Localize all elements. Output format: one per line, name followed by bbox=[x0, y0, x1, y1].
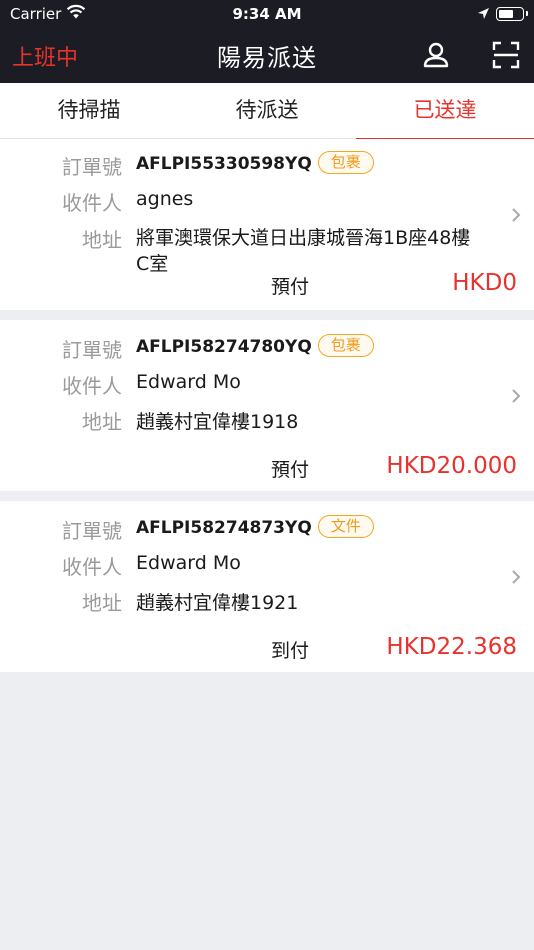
recipient-value: agnes bbox=[136, 188, 194, 210]
payment-type: 預付 bbox=[271, 459, 310, 481]
recipient-value: Edward Mo bbox=[136, 552, 241, 574]
order-no-label: 訂單號 bbox=[62, 338, 122, 362]
tab-to-deliver[interactable]: 待派送 bbox=[178, 83, 356, 139]
payment-type: 到付 bbox=[271, 640, 310, 662]
order-no-value: AFLPI55330598YQ 包裹 bbox=[136, 151, 374, 174]
chevron-right-icon[interactable] bbox=[509, 569, 523, 584]
chevron-right-icon[interactable] bbox=[509, 207, 523, 222]
status-bar: Carrier 9:34 AM bbox=[0, 0, 534, 28]
address-label: 地址 bbox=[82, 228, 122, 252]
recipient-label: 收件人 bbox=[62, 191, 122, 215]
order-no-value: AFLPI58274780YQ 包裹 bbox=[136, 334, 374, 357]
clock: 9:34 AM bbox=[232, 5, 302, 23]
order-card[interactable]: 訂單號 AFLPI55330598YQ 包裹 收件人 agnes 地址 將軍澳環保… bbox=[0, 139, 534, 310]
amount-value: HKD0 bbox=[452, 270, 517, 296]
amount-value: HKD22.368 bbox=[386, 634, 517, 660]
order-number: AFLPI58274780YQ bbox=[136, 337, 312, 357]
parcel-type-badge: 包裹 bbox=[317, 334, 374, 357]
address-value: 趙義村宜偉樓1921 bbox=[136, 592, 299, 614]
order-no-value: AFLPI58274873YQ 文件 bbox=[136, 515, 374, 538]
scan-icon[interactable] bbox=[491, 40, 521, 70]
address-value: 趙義村宜偉樓1918 bbox=[136, 411, 299, 433]
chevron-right-icon[interactable] bbox=[509, 388, 523, 403]
address-line-2: C室 bbox=[136, 253, 169, 275]
battery-icon bbox=[496, 7, 528, 21]
tab-bar: 待掃描 待派送 已送達 bbox=[0, 83, 534, 140]
order-card[interactable]: 訂單號 AFLPI58274780YQ 包裹 收件人 Edward Mo 地址 趙… bbox=[0, 320, 534, 491]
tab-to-scan[interactable]: 待掃描 bbox=[0, 83, 178, 139]
nav-bar: 上班中 陽易派送 bbox=[0, 28, 534, 83]
address-line-1: 將軍澳環保大道日出康城晉海1B座48樓 bbox=[136, 227, 471, 249]
tab-delivered[interactable]: 已送達 bbox=[356, 83, 534, 140]
document-type-badge: 文件 bbox=[317, 515, 374, 538]
order-card[interactable]: 訂單號 AFLPI58274873YQ 文件 收件人 Edward Mo 地址 趙… bbox=[0, 501, 534, 672]
recipient-value: Edward Mo bbox=[136, 371, 241, 393]
recipient-label: 收件人 bbox=[62, 555, 122, 579]
amount-value: HKD20.000 bbox=[386, 453, 517, 479]
order-number: AFLPI55330598YQ bbox=[136, 154, 312, 174]
address-label: 地址 bbox=[82, 410, 122, 434]
order-number: AFLPI58274873YQ bbox=[136, 518, 312, 538]
profile-icon[interactable] bbox=[421, 40, 451, 70]
order-list: 訂單號 AFLPI55330598YQ 包裹 收件人 agnes 地址 將軍澳環保… bbox=[0, 139, 534, 672]
payment-type: 預付 bbox=[271, 276, 310, 298]
parcel-type-badge: 包裹 bbox=[317, 151, 374, 174]
page-title: 陽易派送 bbox=[217, 44, 317, 72]
order-no-label: 訂單號 bbox=[62, 519, 122, 543]
order-no-label: 訂單號 bbox=[62, 155, 122, 179]
recipient-label: 收件人 bbox=[62, 374, 122, 398]
address-label: 地址 bbox=[82, 591, 122, 615]
location-arrow-icon bbox=[477, 6, 490, 24]
